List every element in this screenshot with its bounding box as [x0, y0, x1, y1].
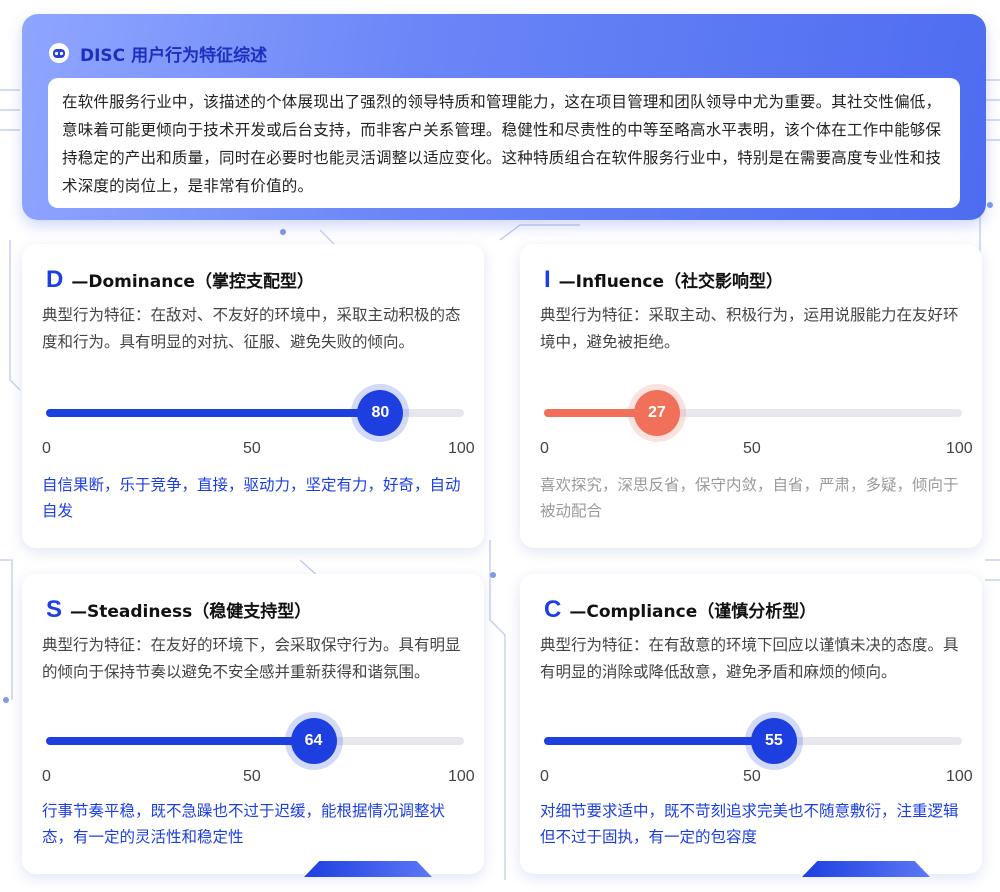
tick-label-0: 0	[42, 440, 51, 457]
score-knob: 80	[357, 390, 404, 436]
card-letter: I	[544, 266, 551, 293]
card-accent-tab	[802, 861, 930, 877]
card-compliance: C —Compliance（谨慎分析型） 典型行为特征：在有敌意的环境下回应以谨…	[520, 574, 982, 877]
score-knob: 55	[750, 718, 797, 764]
card-traits: 行事节奏平稳，既不急躁也不过于迟缓，能根据情况调整状态，有一定的灵活性和稳定性	[42, 802, 446, 846]
summary-title-row: DISC 用户行为特征综述	[48, 40, 267, 66]
tick-label-50: 50	[243, 440, 261, 457]
card-dominance: D —Dominance（掌控支配型） 典型行为特征：在敌对、不友好的环境中，采…	[22, 244, 484, 548]
card-title: S —Steadiness（稳健支持型）	[46, 596, 311, 624]
card-letter: D	[46, 266, 64, 293]
card-description: 典型行为特征：在有敌意的环境下回应以谨慎未决的态度。具有明显的消除或降低敌意，避…	[540, 636, 959, 681]
card-traits: 自信果断，乐于竞争，直接，驱动力，坚定有力，好奇，自动自发	[42, 476, 461, 520]
score-slider: 27	[544, 390, 962, 436]
tick-label-0: 0	[540, 768, 549, 785]
card-letter: C	[544, 596, 562, 623]
score-knob: 27	[633, 390, 680, 436]
card-description: 典型行为特征：在友好的环境下，会采取保守行为。具有明显的倾向于保持节奏以避免不安…	[42, 636, 461, 681]
card-traits: 对细节要求适中，既不苛刻追求完美也不随意敷衍，注重逻辑但不过于固执，有一定的包容…	[540, 802, 959, 846]
score-slider-fill	[46, 737, 314, 745]
card-title-text: —Influence（社交影响型）	[558, 272, 784, 292]
card-title-text: —Dominance（掌控支配型）	[71, 272, 314, 292]
score-slider: 80	[46, 390, 464, 436]
summary-panel: DISC 用户行为特征综述 在软件服务行业中，该描述的个体展现出了强烈的领导特质…	[22, 14, 986, 220]
tick-label-100: 100	[946, 440, 973, 457]
tick-label-100: 100	[448, 768, 475, 785]
card-steadiness: S —Steadiness（稳健支持型） 典型行为特征：在友好的环境下，会采取保…	[22, 574, 484, 877]
summary-title: DISC 用户行为特征综述	[80, 45, 268, 66]
card-title: D —Dominance（掌控支配型）	[46, 266, 314, 294]
card-title-text: —Steadiness（稳健支持型）	[70, 602, 312, 622]
bot-icon	[49, 43, 69, 63]
tick-label-50: 50	[743, 768, 761, 785]
tick-label-0: 0	[540, 440, 549, 457]
tick-label-50: 50	[743, 440, 761, 457]
score-slider-fill	[46, 409, 381, 417]
card-accent-tab	[304, 861, 432, 877]
card-title-text: —Compliance（谨慎分析型）	[569, 602, 817, 622]
card-title: I —Influence（社交影响型）	[544, 266, 783, 294]
tick-label-0: 0	[42, 768, 51, 785]
score-slider: 64	[46, 718, 464, 764]
score-knob: 64	[290, 718, 337, 764]
card-title: C —Compliance（谨慎分析型）	[544, 596, 816, 624]
card-traits: 喜欢探究，深思反省，保守内敛，自省，严肃，多疑，倾向于被动配合	[540, 476, 959, 520]
score-slider: 55	[544, 718, 962, 764]
card-letter: S	[46, 596, 63, 623]
card-influence: I —Influence（社交影响型） 典型行为特征：采取主动、积极行为，运用说…	[520, 244, 982, 548]
tick-label-100: 100	[448, 440, 475, 457]
score-slider-fill	[544, 737, 774, 745]
card-description: 典型行为特征：在敌对、不友好的环境中，采取主动积极的态度和行为。具有明显的对抗、…	[42, 306, 461, 351]
summary-text: 在软件服务行业中，该描述的个体展现出了强烈的领导特质和管理能力，这在项目管理和团…	[48, 78, 960, 208]
tick-label-50: 50	[243, 768, 261, 785]
tick-label-100: 100	[946, 768, 973, 785]
card-description: 典型行为特征：采取主动、积极行为，运用说服能力在友好环境中，避免被拒绝。	[540, 306, 959, 351]
